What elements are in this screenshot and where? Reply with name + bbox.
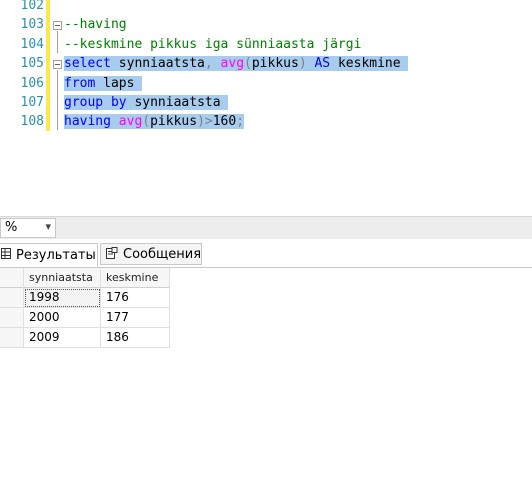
code-line-select: select synniaatsta, avg(pikkus) AS keskm… bbox=[64, 54, 409, 73]
corner-cell[interactable] bbox=[0, 268, 24, 288]
table-cell[interactable]: 2000 bbox=[24, 308, 101, 328]
grid-icon bbox=[1, 248, 11, 262]
results-tabs: Результаты Сообщения bbox=[0, 239, 532, 268]
line-number: 102 bbox=[20, 0, 44, 13]
keyword: from bbox=[64, 75, 96, 91]
line-number: 103 bbox=[20, 17, 44, 33]
table-cell[interactable]: 2009 bbox=[24, 328, 101, 348]
line-number: 104 bbox=[20, 36, 44, 52]
identifier: keskmine bbox=[330, 56, 409, 72]
messages-icon bbox=[106, 246, 118, 262]
function: avg bbox=[220, 56, 245, 72]
row-header[interactable] bbox=[0, 328, 24, 348]
column-header[interactable]: synniaatsta bbox=[24, 268, 101, 288]
identifier: pikkus bbox=[251, 56, 299, 72]
code-line-comment: --having bbox=[64, 17, 127, 33]
keyword: select bbox=[64, 56, 111, 72]
change-marker bbox=[46, 0, 50, 131]
table-cell[interactable]: 177 bbox=[101, 308, 170, 328]
tab-results[interactable]: Результаты bbox=[0, 243, 98, 267]
keyword: AS bbox=[314, 56, 331, 72]
operator: ( bbox=[244, 56, 252, 72]
table-cell[interactable]: 186 bbox=[101, 328, 170, 348]
keyword: having bbox=[64, 114, 111, 130]
chevron-down-icon: ▾ bbox=[45, 220, 51, 233]
zoom-value: % bbox=[5, 220, 18, 235]
code-line-comment: --keskmine pikkus iga sünniaasta järgi bbox=[64, 36, 362, 52]
operator: , bbox=[204, 56, 213, 72]
editor-status-bar: % ▾ bbox=[0, 216, 532, 240]
line-number: 108 bbox=[20, 114, 44, 130]
tab-label: Результаты bbox=[16, 247, 96, 263]
line-number: 106 bbox=[20, 75, 44, 91]
operator: ( bbox=[142, 114, 151, 130]
keyword: group bbox=[64, 95, 104, 110]
query-editor[interactable]: 102 103 104 105 106 107 108 --having --k… bbox=[0, 0, 532, 216]
keyword: by bbox=[110, 95, 127, 110]
zoom-dropdown[interactable]: % ▾ bbox=[0, 218, 56, 238]
fold-guide bbox=[57, 70, 58, 130]
collapse-icon[interactable] bbox=[53, 21, 62, 30]
collapse-icon[interactable] bbox=[53, 60, 62, 69]
line-number: 107 bbox=[20, 95, 44, 110]
table-cell[interactable]: 176 bbox=[101, 288, 170, 308]
column-header[interactable]: keskmine bbox=[101, 268, 170, 288]
table-cell[interactable]: 1998 bbox=[24, 288, 101, 308]
identifier: synniaatsta bbox=[110, 56, 205, 72]
code-line-having: having avg(pikkus)>160; bbox=[64, 112, 245, 131]
identifier: pikkus bbox=[150, 114, 198, 130]
identifier: synniaatsta bbox=[126, 95, 229, 110]
line-number: 105 bbox=[20, 56, 44, 72]
number: 160 bbox=[212, 114, 237, 130]
row-header[interactable] bbox=[0, 308, 24, 328]
tab-label: Сообщения bbox=[123, 246, 202, 262]
operator: ) bbox=[298, 56, 307, 72]
identifier: laps bbox=[95, 75, 143, 91]
code-line-from: from laps bbox=[64, 74, 143, 93]
operator: ; bbox=[236, 114, 245, 130]
tab-messages[interactable]: Сообщения bbox=[100, 243, 202, 265]
function: avg bbox=[118, 114, 143, 130]
fold-guide bbox=[57, 31, 58, 53]
code-line-group-by: group by synniaatsta bbox=[64, 93, 229, 112]
row-header[interactable] bbox=[0, 288, 24, 308]
operator: )> bbox=[197, 114, 213, 130]
